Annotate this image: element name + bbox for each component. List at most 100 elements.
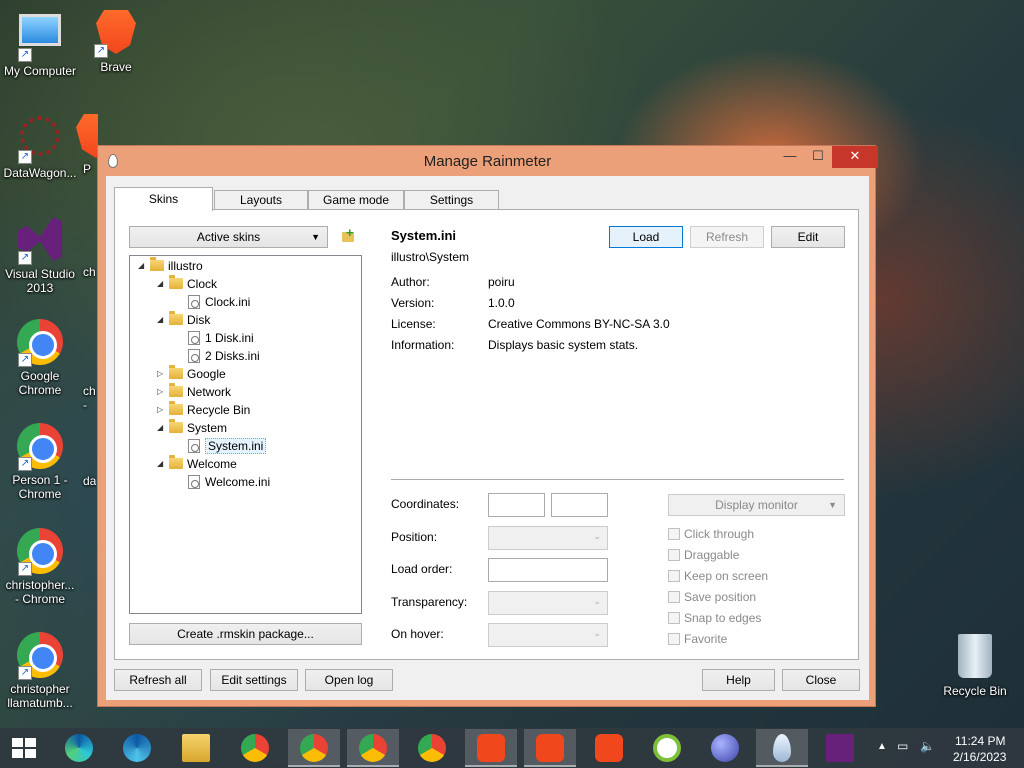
chevron-down-icon: ⌄ — [593, 596, 601, 606]
tree-item-label: System.ini — [205, 438, 267, 454]
clock-time[interactable]: 11:24 PM — [955, 734, 1005, 748]
load-button[interactable]: Load — [609, 226, 683, 248]
taskbar-brave-1-icon[interactable] — [465, 729, 517, 767]
tree-item-system[interactable]: ◢ System — [157, 419, 227, 437]
desktop-icon-google-chrome[interactable]: ↗ Google Chrome — [0, 318, 80, 397]
checkbox-label: Click through — [684, 527, 755, 541]
tab-layouts[interactable]: Layouts — [214, 190, 308, 210]
taskbar-file-explorer-icon[interactable] — [170, 729, 222, 767]
volume-icon[interactable]: 🔈 — [920, 739, 935, 753]
draggable-checkbox[interactable]: Draggable — [668, 548, 739, 564]
display-monitor-dropdown[interactable]: Display monitor ▼ — [668, 494, 845, 516]
taskbar-chrome-profile-2-icon[interactable] — [347, 729, 399, 767]
save-position-checkbox[interactable]: Save position — [668, 590, 756, 606]
windows-start-button[interactable] — [12, 738, 36, 758]
create-rmskin-package-button[interactable]: Create .rmskin package... — [129, 623, 362, 645]
show-hidden-icons-chevron-icon[interactable]: ▲ — [877, 741, 887, 752]
tab-skins[interactable]: Skins — [114, 187, 213, 211]
edit-settings-button[interactable]: Edit settings — [210, 669, 298, 691]
maximize-button[interactable]: ☐ — [804, 146, 832, 168]
skin-file-icon — [188, 439, 200, 453]
recycle-bin-icon — [951, 634, 999, 682]
close-window-button[interactable]: ✕ — [832, 146, 878, 168]
expand-icon[interactable]: ▷ — [157, 401, 167, 419]
title-bar[interactable]: Manage Rainmeter — ☐ ✕ — [98, 146, 878, 176]
tree-item-google[interactable]: ▷ Google — [157, 365, 226, 383]
desktop-icon-datawagon[interactable]: ↗ DataWagon... — [0, 112, 80, 180]
favorite-checkbox[interactable]: Favorite — [668, 632, 727, 648]
taskbar-greenshot-icon[interactable] — [641, 729, 693, 767]
desktop-icon-recycle-bin[interactable]: Recycle Bin — [935, 632, 1015, 698]
desktop-icon-brave-profile[interactable]: P — [76, 112, 98, 176]
tree-item-recycle-bin[interactable]: ▷ Recycle Bin — [157, 401, 250, 419]
checkbox-label: Snap to edges — [684, 611, 762, 625]
desktop-icon-visual-studio[interactable]: ↗ Visual Studio 2013 — [0, 215, 80, 295]
desktop-icon-christopher-chrome[interactable]: ↗ christopher... - Chrome — [0, 527, 80, 606]
taskbar-marble-icon[interactable] — [699, 729, 751, 767]
click-through-checkbox[interactable]: Click through — [668, 527, 754, 543]
tab-game-mode[interactable]: Game mode — [308, 190, 404, 210]
desktop-icon-partial-2[interactable]: ch - — [76, 370, 96, 426]
network-icon[interactable]: ▭ — [897, 739, 908, 753]
tree-item-clock[interactable]: ◢ Clock — [157, 275, 217, 293]
clock-date[interactable]: 2/16/2023 — [953, 750, 1006, 764]
desktop-icon-label: DataWagon... — [3, 166, 77, 180]
tree-item-system-ini[interactable]: System.ini — [186, 437, 267, 455]
tree-item-welcome-ini[interactable]: Welcome.ini — [186, 473, 270, 491]
tree-item-1-disk-ini[interactable]: 1 Disk.ini — [186, 329, 254, 347]
refresh-all-button[interactable]: Refresh all — [114, 669, 202, 691]
tree-item-network[interactable]: ▷ Network — [157, 383, 231, 401]
desktop-icon-my-computer[interactable]: ↗ My Computer — [0, 8, 80, 78]
desktop-icon-christopher-llamatumb[interactable]: ↗ christopher llamatumb... — [0, 631, 80, 710]
taskbar-chrome-icon[interactable] — [229, 729, 281, 767]
collapse-icon[interactable]: ◢ — [157, 455, 167, 473]
transparency-select[interactable]: ⌄ — [488, 591, 608, 615]
taskbar-chrome-profile-3-icon[interactable] — [406, 729, 458, 767]
refresh-button[interactable]: Refresh — [690, 226, 764, 248]
desktop-icon-label: christopher llamatumb... — [7, 682, 73, 710]
tree-item-2-disks-ini[interactable]: 2 Disks.ini — [186, 347, 260, 365]
keep-on-screen-checkbox[interactable]: Keep on screen — [668, 569, 768, 585]
taskbar-brave-2-icon[interactable] — [524, 729, 576, 767]
taskbar-edge-beta-icon[interactable] — [111, 729, 163, 767]
collapse-icon[interactable]: ◢ — [138, 257, 148, 275]
edit-button[interactable]: Edit — [771, 226, 845, 248]
window-title: Manage Rainmeter — [423, 153, 552, 170]
help-button[interactable]: Help — [702, 669, 775, 691]
desktop-icon-brave[interactable]: ↗ Brave — [76, 8, 156, 74]
load-order-input[interactable] — [488, 558, 608, 582]
coordinate-y-input[interactable] — [551, 493, 608, 517]
on-hover-select[interactable]: ⌄ — [488, 623, 608, 647]
tree-item-label: 1 Disk.ini — [205, 331, 254, 345]
desktop-icon-partial-3[interactable]: da — [76, 474, 96, 488]
close-button[interactable]: Close — [782, 669, 860, 691]
tree-item-label: Clock.ini — [205, 295, 251, 309]
desktop-icon-person1-chrome[interactable]: ↗ Person 1 - Chrome — [0, 422, 80, 501]
coordinate-x-input[interactable] — [488, 493, 545, 517]
minimize-button[interactable]: — — [776, 146, 804, 168]
tree-item-welcome[interactable]: ◢ Welcome — [157, 455, 237, 473]
tree-item-illustro[interactable]: ◢ illustro — [138, 257, 203, 275]
taskbar-rainmeter-icon[interactable] — [756, 729, 808, 767]
tree-item-label: Welcome.ini — [205, 475, 271, 489]
details-separator — [391, 479, 844, 480]
taskbar-edge-icon[interactable] — [53, 729, 105, 767]
add-skin-icon[interactable]: + — [340, 226, 356, 244]
snap-to-edges-checkbox[interactable]: Snap to edges — [668, 611, 761, 627]
taskbar-chrome-profile-1-icon[interactable] — [288, 729, 340, 767]
desktop-icon-partial-1[interactable]: ch — [76, 265, 96, 279]
license-label: License: — [391, 317, 436, 331]
collapse-icon[interactable]: ◢ — [157, 275, 167, 293]
tree-item-disk[interactable]: ◢ Disk — [157, 311, 210, 329]
taskbar-visual-studio-icon[interactable] — [814, 729, 866, 767]
collapse-icon[interactable]: ◢ — [157, 419, 167, 437]
active-skins-dropdown[interactable]: Active skins ▼ — [129, 226, 328, 248]
position-select[interactable]: ⌄ — [488, 526, 608, 550]
open-log-button[interactable]: Open log — [305, 669, 393, 691]
tree-item-clock-ini[interactable]: Clock.ini — [186, 293, 250, 311]
tab-settings[interactable]: Settings — [404, 190, 499, 210]
collapse-icon[interactable]: ◢ — [157, 311, 167, 329]
taskbar-brave-3-icon[interactable] — [583, 729, 635, 767]
expand-icon[interactable]: ▷ — [157, 365, 167, 383]
expand-icon[interactable]: ▷ — [157, 383, 167, 401]
